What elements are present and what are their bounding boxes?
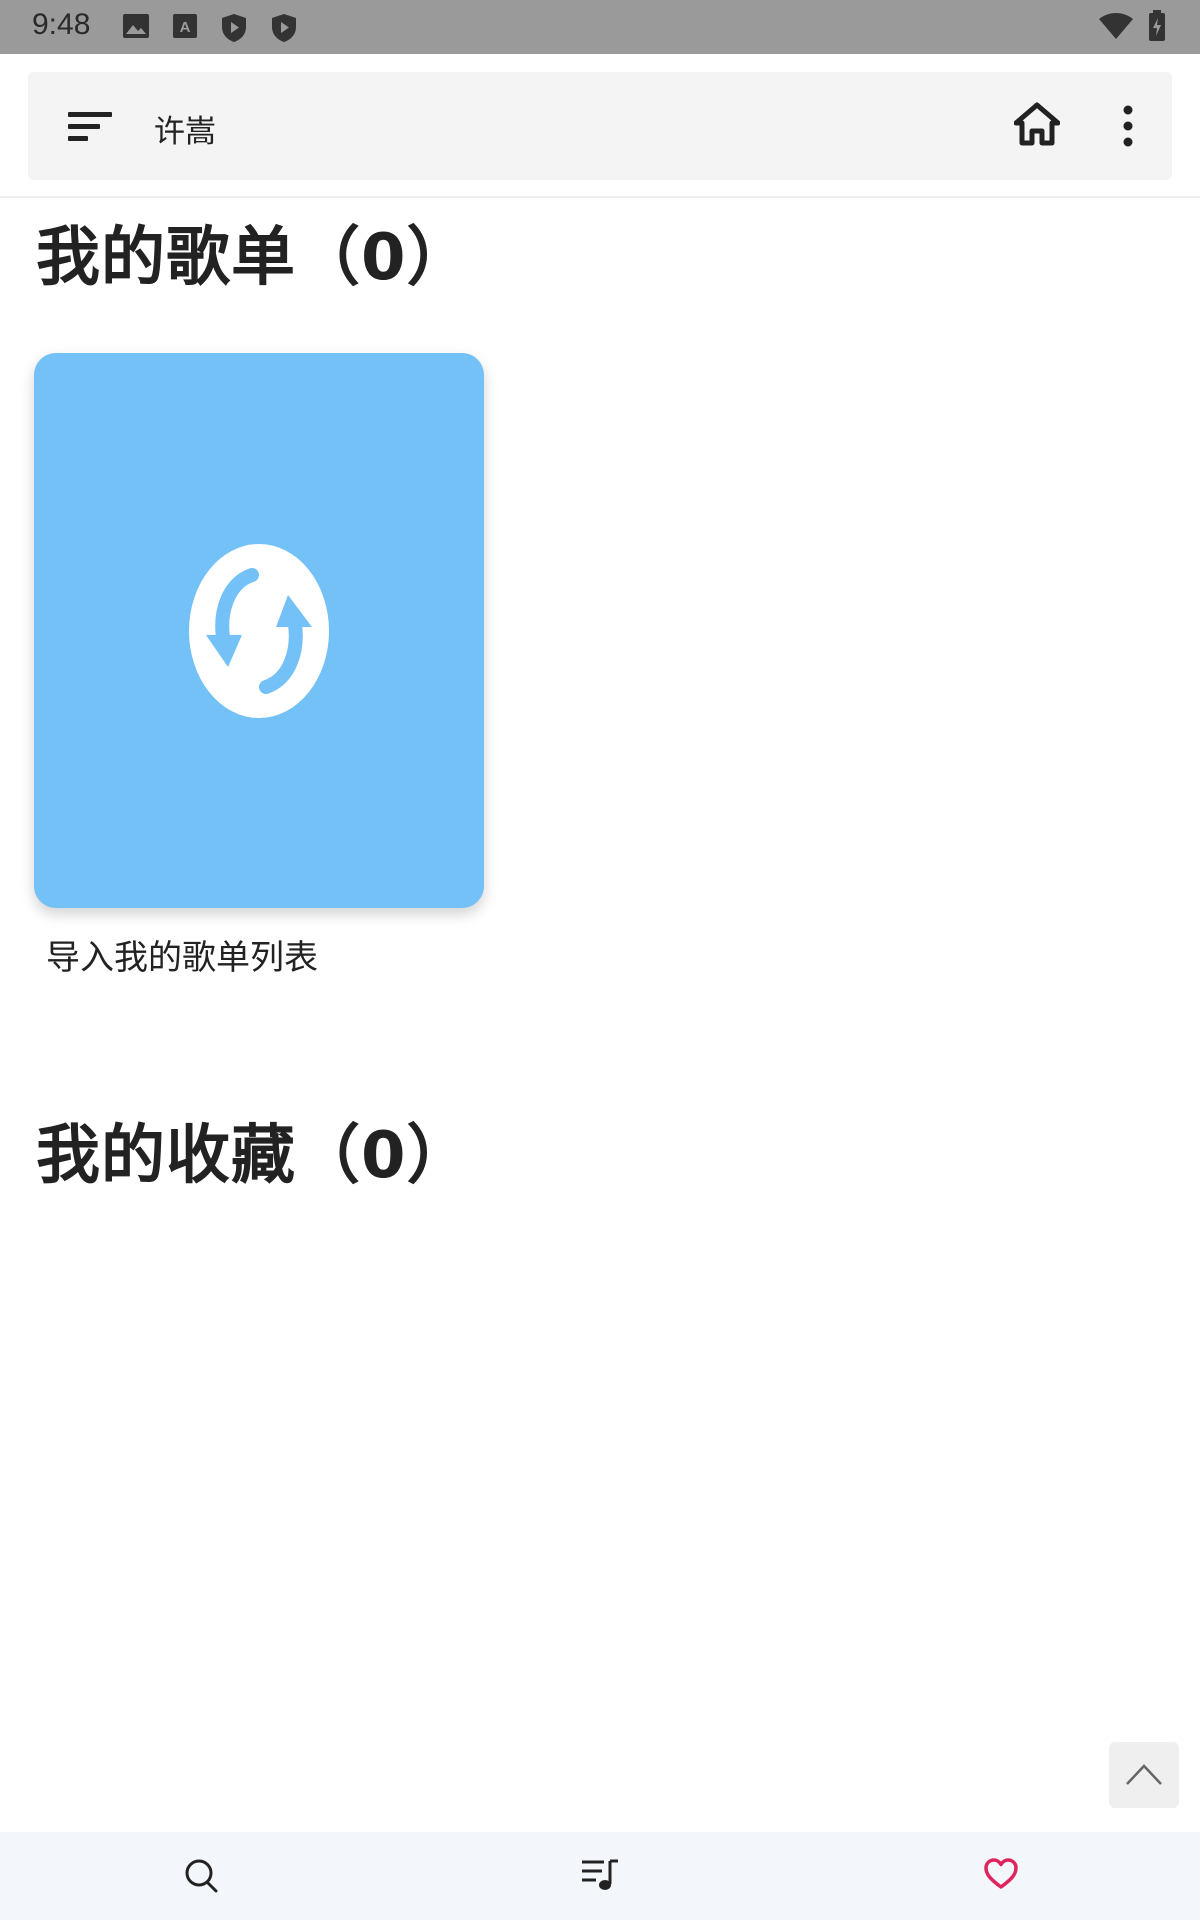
app-bar-divider bbox=[0, 196, 1200, 198]
more-vertical-icon[interactable] bbox=[1116, 104, 1140, 148]
nav-playlist[interactable] bbox=[540, 1832, 660, 1920]
playlist-music-icon bbox=[582, 1859, 618, 1890]
font-icon: A bbox=[173, 14, 197, 38]
my-playlists-title: 我的歌单（0） bbox=[36, 221, 472, 295]
status-time: 9:48 bbox=[32, 8, 91, 41]
search-icon bbox=[185, 1859, 218, 1893]
wifi-icon bbox=[1099, 13, 1133, 39]
my-favorites-title: 我的收藏（0） bbox=[36, 1119, 472, 1193]
play-shield-icon bbox=[222, 14, 246, 42]
app-title: 许嵩 bbox=[154, 114, 216, 150]
shield-icon bbox=[272, 14, 296, 42]
nav-favorites[interactable] bbox=[940, 1832, 1060, 1920]
image-icon bbox=[123, 14, 149, 38]
import-playlist-card[interactable] bbox=[34, 353, 484, 908]
sort-menu-icon[interactable] bbox=[68, 110, 112, 142]
heart-icon bbox=[984, 1858, 1018, 1889]
chevron-up-icon bbox=[1126, 1764, 1162, 1785]
back-to-top-button[interactable] bbox=[1109, 1742, 1179, 1808]
battery-charging-icon bbox=[1149, 10, 1165, 41]
home-icon[interactable] bbox=[1014, 102, 1060, 146]
import-playlist-caption[interactable]: 导入我的歌单列表 bbox=[46, 930, 318, 979]
svg-text:A: A bbox=[180, 19, 191, 36]
bottom-nav bbox=[0, 1832, 1200, 1920]
sync-icon bbox=[189, 544, 329, 718]
status-bar: 9:48 A bbox=[0, 0, 1200, 54]
nav-search[interactable] bbox=[140, 1832, 260, 1920]
